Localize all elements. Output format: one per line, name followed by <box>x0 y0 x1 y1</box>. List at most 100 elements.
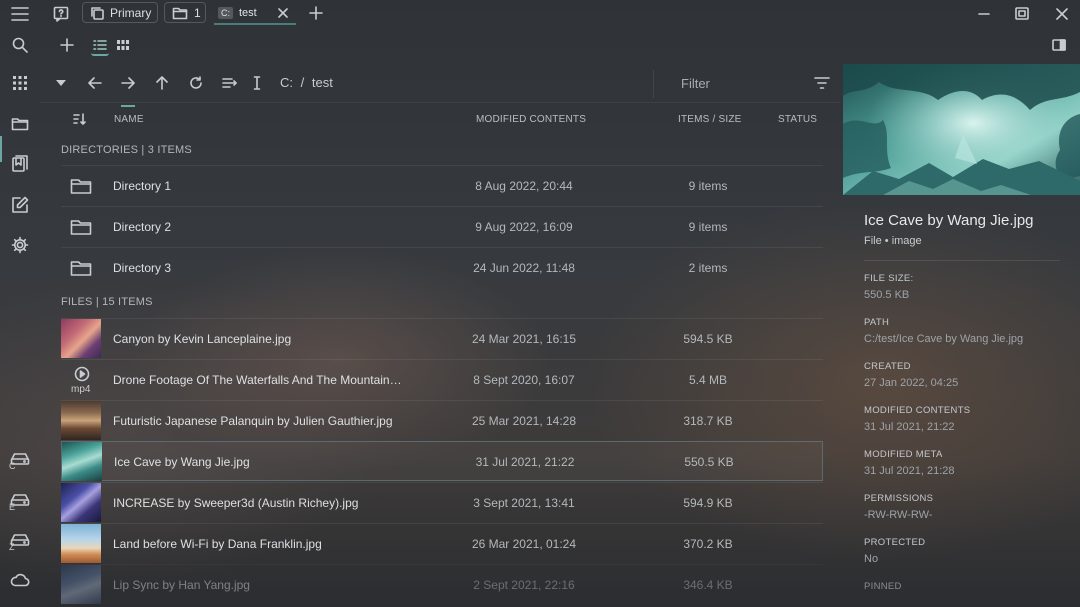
minimize-icon[interactable] <box>978 8 990 20</box>
folder-icon[interactable] <box>8 112 32 136</box>
directory-row[interactable]: Directory 2 9 Aug 2022, 16:09 9 items <box>61 206 823 246</box>
file-name: Ice Cave by Wang Jie.jpg <box>114 455 250 469</box>
filter-container <box>653 70 840 98</box>
tab-test[interactable]: C: test <box>214 2 296 25</box>
file-row[interactable]: Land before Wi-Fi by Dana Franklin.jpg 2… <box>61 523 823 563</box>
pane-selector-button[interactable]: Primary <box>82 2 158 23</box>
filter-icon[interactable] <box>814 76 830 90</box>
file-size: 550.5 KB <box>684 455 734 469</box>
preview-subtitle: File • image <box>864 235 922 247</box>
preview-title: Ice Cave by Wang Jie.jpg <box>864 212 1034 229</box>
add-icon[interactable] <box>58 36 76 54</box>
navigation-bar: C: / test <box>40 64 840 103</box>
drive-letter-c: C <box>9 461 16 471</box>
image-thumbnail <box>61 483 101 522</box>
column-modified[interactable]: MODIFIED CONTENTS <box>476 114 586 125</box>
grid-view-icon[interactable] <box>114 36 132 54</box>
up-arrow-icon[interactable] <box>153 74 171 92</box>
maximize-icon[interactable] <box>1015 7 1029 20</box>
tab-count: 1 <box>194 5 201 20</box>
files-section-header: FILES | 15 ITEMS <box>61 296 153 308</box>
sort-order-icon[interactable] <box>73 112 87 126</box>
new-tab-icon[interactable] <box>309 6 323 20</box>
file-row-selected[interactable]: Ice Cave by Wang Jie.jpg 31 Jul 2021, 21… <box>61 441 823 481</box>
toggle-preview-pane-icon[interactable] <box>1050 36 1068 54</box>
file-size: 318.7 KB <box>683 414 733 428</box>
close-tab-icon[interactable] <box>278 8 288 18</box>
tab-drive-chip: C: <box>218 6 233 19</box>
text-cursor-icon[interactable] <box>248 74 266 92</box>
sidebar: C E Z <box>0 28 40 607</box>
apps-grid-icon[interactable] <box>8 71 32 95</box>
image-thumbnail <box>61 565 101 604</box>
path-folder[interactable]: test <box>312 75 333 90</box>
back-arrow-icon[interactable] <box>86 74 104 92</box>
cloud-icon[interactable] <box>8 568 32 592</box>
forward-arrow-icon[interactable] <box>119 74 137 92</box>
preview-image <box>843 64 1080 195</box>
meta-label-permissions: PERMISSIONS <box>864 493 934 504</box>
meta-value-modified-contents: 31 Jul 2021, 21:22 <box>864 421 955 433</box>
play-circle-icon <box>74 366 90 382</box>
meta-label-pinned: PINNED <box>864 581 902 592</box>
file-row[interactable]: INCREASE by Sweeper3d (Austin Richey).jp… <box>61 482 823 522</box>
image-thumbnail <box>61 319 101 358</box>
directory-modified: 8 Aug 2022, 20:44 <box>475 179 573 193</box>
directory-items: 9 items <box>688 179 728 193</box>
close-window-icon[interactable] <box>1056 8 1068 20</box>
file-modified: 26 Mar 2021, 01:24 <box>471 537 577 551</box>
sort-indicator <box>121 105 135 107</box>
file-row[interactable]: Futuristic Japanese Palanquin by Julien … <box>61 400 823 440</box>
video-thumbnail: mp4 <box>61 360 101 399</box>
edit-icon[interactable] <box>8 193 32 217</box>
directory-row[interactable]: Directory 3 24 Jun 2022, 11:48 2 items <box>61 247 823 287</box>
drive-letter-z: Z <box>9 542 15 552</box>
directory-modified: 9 Aug 2022, 16:09 <box>475 220 573 234</box>
file-row[interactable]: Canyon by Kevin Lanceplaine.jpg 24 Mar 2… <box>61 318 823 358</box>
refresh-icon[interactable] <box>187 74 205 92</box>
meta-label-created: CREATED <box>864 361 911 372</box>
sort-lines-icon[interactable] <box>221 74 239 92</box>
directory-name: Directory 2 <box>113 220 172 234</box>
file-row[interactable]: mp4 Drone Footage Of The Waterfalls And … <box>61 359 823 399</box>
file-extension: mp4 <box>71 384 91 395</box>
list-view-icon[interactable] <box>91 36 109 56</box>
filter-input[interactable] <box>679 75 803 92</box>
preview-panel: Ice Cave by Wang Jie.jpg File • image FI… <box>843 64 1080 607</box>
file-list: DIRECTORIES | 3 ITEMS Directory 1 8 Aug … <box>40 134 840 607</box>
tab-label: test <box>239 6 257 19</box>
file-size: 5.4 MB <box>688 373 727 387</box>
file-name: Lip Sync by Han Yang.jpg <box>113 578 250 592</box>
column-status[interactable]: STATUS <box>778 114 817 125</box>
image-thumbnail <box>61 401 101 440</box>
folder-icon <box>70 218 92 236</box>
file-row[interactable]: Lip Sync by Han Yang.jpg 2 Sept 2021, 22… <box>61 564 823 604</box>
path-breadcrumb[interactable]: C: / test <box>280 75 333 90</box>
hamburger-menu-icon[interactable] <box>11 6 29 22</box>
active-indicator <box>0 136 2 162</box>
directory-modified: 24 Jun 2022, 11:48 <box>473 261 575 275</box>
file-modified: 2 Sept 2021, 22:16 <box>473 578 575 592</box>
column-name[interactable]: NAME <box>114 114 144 125</box>
column-items-size[interactable]: ITEMS / SIZE <box>678 114 742 125</box>
help-icon[interactable] <box>53 6 69 22</box>
tab-count-button[interactable]: 1 <box>164 2 206 23</box>
file-modified: 25 Mar 2021, 14:28 <box>471 414 577 428</box>
meta-label-file-size: FILE SIZE: <box>864 273 914 284</box>
search-icon[interactable] <box>8 33 32 57</box>
dropdown-caret-icon[interactable] <box>52 74 70 92</box>
file-modified: 24 Mar 2021, 16:15 <box>471 332 577 346</box>
bookmarks-icon[interactable] <box>8 152 32 176</box>
copy-icon <box>90 6 104 20</box>
file-name: Drone Footage Of The Waterfalls And The … <box>113 373 402 387</box>
image-thumbnail <box>61 524 101 563</box>
folder-icon <box>70 177 92 195</box>
meta-value-protected: No <box>864 553 879 565</box>
meta-value-file-size: 550.5 KB <box>864 289 910 301</box>
settings-gear-icon[interactable] <box>8 233 32 257</box>
meta-value-permissions: -RW-RW-RW- <box>864 509 933 521</box>
image-thumbnail <box>62 442 102 481</box>
directory-row[interactable]: Directory 1 8 Aug 2022, 20:44 9 items <box>61 165 823 205</box>
directories-section-header: DIRECTORIES | 3 ITEMS <box>61 144 192 156</box>
path-drive[interactable]: C: <box>280 75 293 90</box>
